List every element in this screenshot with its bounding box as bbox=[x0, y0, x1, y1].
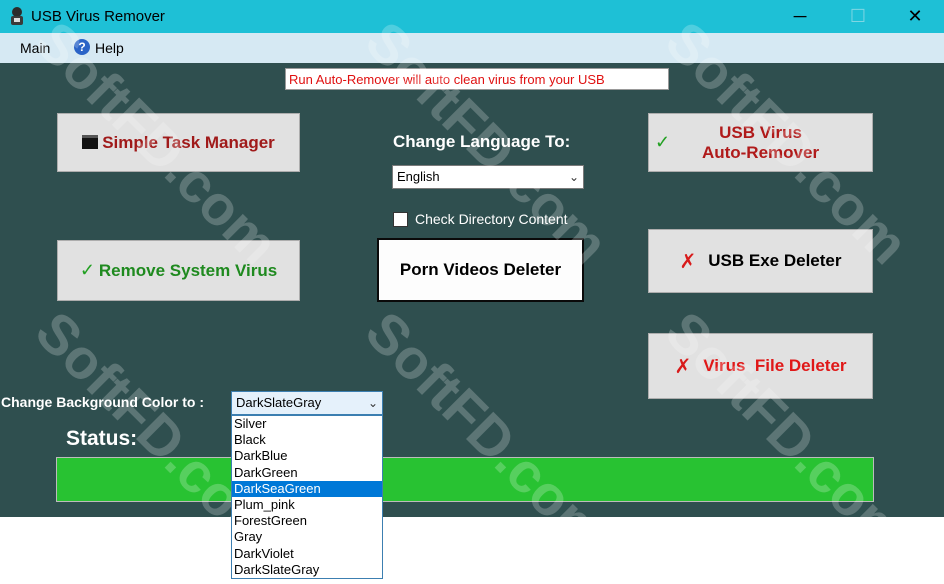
dropdown-option[interactable]: DarkBlue bbox=[232, 448, 382, 464]
dropdown-option[interactable]: Silver bbox=[232, 416, 382, 432]
chevron-down-icon: ⌄ bbox=[367, 396, 378, 410]
check-icon: ✓ bbox=[655, 132, 671, 152]
maximize-button[interactable]: ☐ bbox=[829, 0, 887, 33]
language-select[interactable]: English ⌄ bbox=[392, 165, 584, 189]
minimize-button[interactable]: ─ bbox=[771, 0, 829, 33]
virus-file-deleter-label: Virus File Deleter bbox=[703, 356, 847, 375]
usb-virus-auto-remover-button[interactable]: ✓ USB Virus Auto-Remover bbox=[648, 113, 873, 172]
dropdown-option[interactable]: ForestGreen bbox=[232, 513, 382, 529]
help-icon: ? bbox=[74, 39, 90, 55]
dropdown-option[interactable]: Black bbox=[232, 432, 382, 448]
simple-task-manager-button[interactable]: Simple Task Manager bbox=[57, 113, 300, 172]
x-icon: ✗ bbox=[674, 355, 692, 378]
background-color-select[interactable]: DarkSlateGray ⌄ bbox=[231, 391, 383, 415]
check-directory-checkbox[interactable] bbox=[393, 212, 408, 227]
dropdown-option[interactable]: DarkSlateGray bbox=[232, 562, 382, 578]
menu-main[interactable]: Main bbox=[20, 40, 50, 56]
dropdown-option[interactable]: DarkViolet bbox=[232, 546, 382, 562]
porn-videos-deleter-label: Porn Videos Deleter bbox=[399, 260, 562, 279]
dropdown-option[interactable]: DarkSeaGreen bbox=[232, 480, 382, 497]
remove-system-virus-button[interactable]: ✓ Remove System Virus bbox=[57, 240, 300, 301]
main-window: USB Virus Remover ─ ☐ ✕ Main Help ? Run … bbox=[0, 0, 944, 566]
background-color-dropdown-list[interactable]: Silver Black DarkBlue DarkGreen DarkSeaGreen… bbox=[231, 415, 383, 579]
watermark: SoftFD.com bbox=[353, 299, 621, 566]
background-color-selected-value: DarkSlateGray bbox=[236, 395, 322, 410]
chevron-down-icon: ⌄ bbox=[568, 170, 579, 184]
check-icon: ✓ bbox=[79, 260, 95, 280]
auto-remover-label: USB Virus Auto-Remover bbox=[702, 123, 819, 163]
dropdown-option[interactable]: DarkGreen bbox=[232, 465, 382, 481]
usb-exe-deleter-label: USB Exe Deleter bbox=[708, 251, 842, 270]
porn-videos-deleter-button[interactable]: Porn Videos Deleter bbox=[377, 238, 584, 302]
remove-system-virus-label: Remove System Virus bbox=[98, 260, 278, 280]
auto-remover-label-line2: Auto-Remover bbox=[701, 142, 820, 162]
info-banner: Run Auto-Remover will auto clean virus f… bbox=[285, 68, 669, 90]
simple-task-manager-label: Simple Task Manager bbox=[102, 132, 275, 152]
window-title: USB Virus Remover bbox=[31, 8, 165, 25]
close-button[interactable]: ✕ bbox=[886, 0, 944, 33]
usb-spy-icon bbox=[11, 7, 23, 25]
background-color-label: Change Background Color to : bbox=[1, 394, 204, 410]
usb-exe-deleter-button[interactable]: ✗ USB Exe Deleter bbox=[648, 229, 873, 293]
x-icon: ✗ bbox=[679, 250, 697, 273]
menu-bar: Main Help bbox=[0, 33, 944, 63]
virus-file-deleter-button[interactable]: ✗ Virus File Deleter bbox=[648, 333, 873, 399]
language-label: Change Language To: bbox=[393, 132, 571, 151]
auto-remover-label-line1: USB Virus bbox=[719, 122, 802, 142]
dropdown-option[interactable]: Plum_pink bbox=[232, 497, 382, 513]
terminal-icon bbox=[82, 134, 99, 149]
progress-fill bbox=[57, 458, 873, 501]
status-progress-bar bbox=[56, 457, 874, 502]
check-directory-label: Check Directory Content bbox=[415, 211, 568, 227]
menu-help[interactable]: Help bbox=[95, 40, 124, 56]
language-selected-value: English bbox=[397, 169, 440, 184]
status-label: Status: bbox=[66, 427, 138, 450]
title-bar: USB Virus Remover ─ ☐ ✕ bbox=[0, 0, 944, 33]
dropdown-option[interactable]: Gray bbox=[232, 529, 382, 545]
